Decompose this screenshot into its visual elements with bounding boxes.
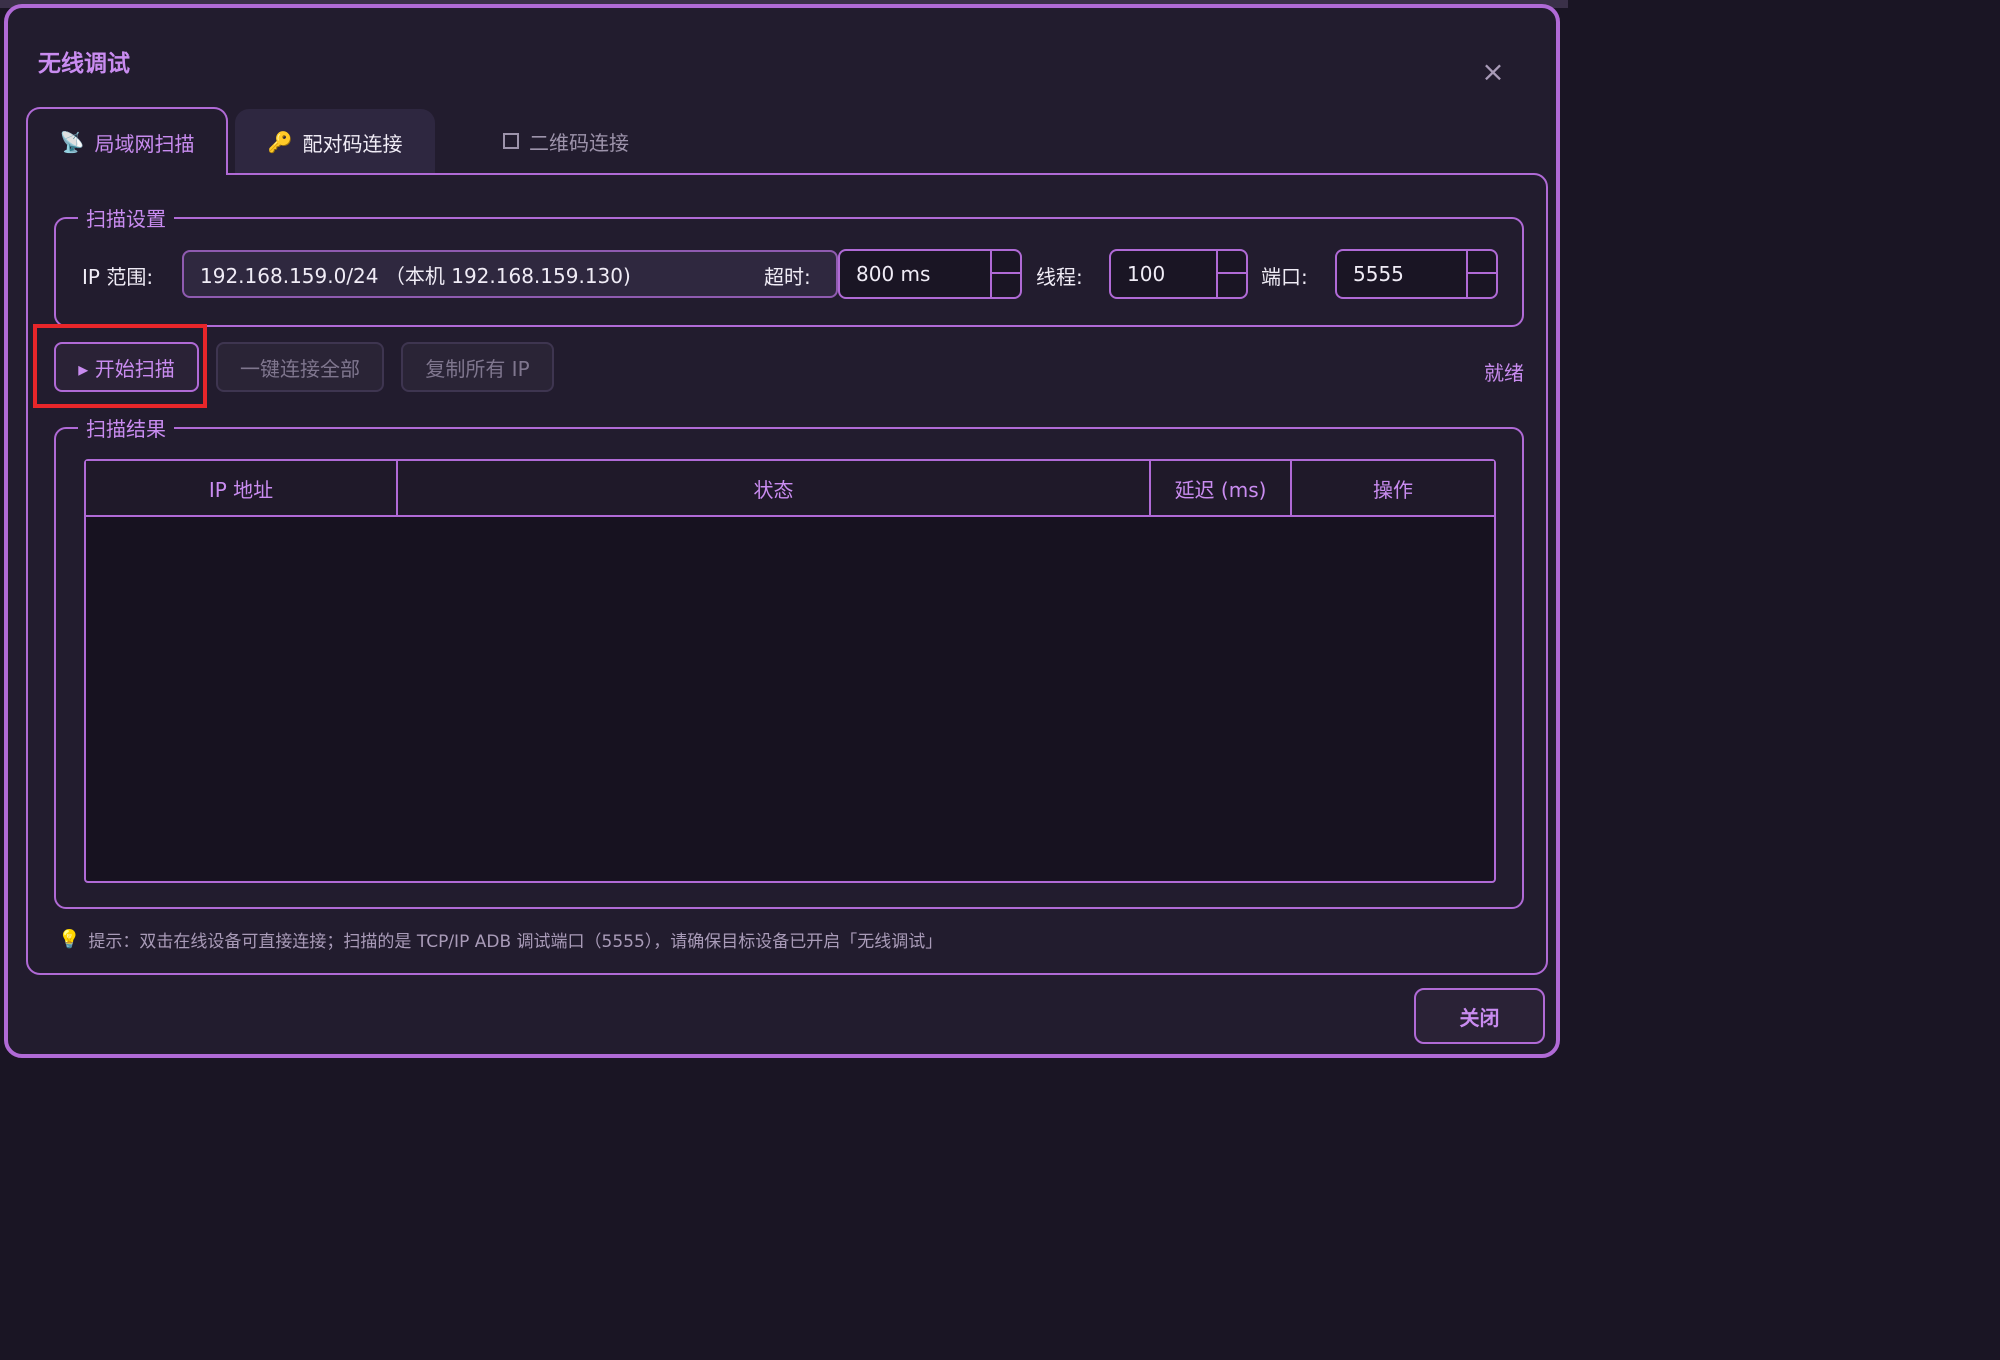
threads-decrement-button[interactable] [1218, 274, 1246, 297]
timeout-spinbox[interactable]: 800 ms [838, 249, 1022, 299]
scan-results-group: 扫描结果 IP 地址 状态 延迟 (ms) 操作 [54, 413, 1524, 909]
tab-panel-lan-scan: 扫描设置 IP 范围: 192.168.159.0/24 （本机 192.168… [26, 173, 1548, 975]
key-icon: 🔑 [267, 130, 293, 154]
threads-label: 线程: [1036, 265, 1083, 289]
tab-label: 二维码连接 [529, 130, 629, 155]
table-body [86, 517, 1494, 881]
port-label: 端口: [1261, 265, 1308, 289]
column-header-ip[interactable]: IP 地址 [86, 461, 398, 515]
port-spinbox[interactable]: 5555 [1335, 249, 1498, 299]
tab-bar: 📡 局域网扫描 🔑 配对码连接 二维码连接 [26, 107, 726, 175]
close-button[interactable]: 关闭 [1414, 988, 1545, 1044]
scan-settings-group: 扫描设置 IP 范围: 192.168.159.0/24 （本机 192.168… [54, 203, 1524, 327]
table-header: IP 地址 状态 延迟 (ms) 操作 [86, 461, 1494, 517]
scan-results-legend: 扫描结果 [78, 413, 174, 442]
timeout-decrement-button[interactable] [992, 274, 1020, 297]
ip-range-value: 192.168.159.0/24 （本机 192.168.159.130) [200, 263, 631, 288]
tab-qr-code[interactable]: 二维码连接 [466, 107, 666, 175]
timeout-label: 超时: [764, 265, 811, 289]
satellite-dish-icon: 📡 [59, 130, 85, 154]
connect-all-button[interactable]: 一键连接全部 [216, 342, 384, 392]
tab-label: 局域网扫描 [94, 131, 195, 156]
ip-range-field[interactable]: 192.168.159.0/24 （本机 192.168.159.130) [182, 250, 838, 298]
column-header-action[interactable]: 操作 [1292, 461, 1494, 515]
hint-bar: 💡 提示：双击在线设备可直接连接；扫描的是 TCP/IP ADB 调试端口（55… [58, 927, 942, 952]
wireless-debug-dialog: 无线调试 × 📡 局域网扫描 🔑 配对码连接 二维码连接 扫描设置 IP 范围:… [4, 4, 1560, 1058]
port-decrement-button[interactable] [1468, 274, 1496, 297]
hint-text: 提示：双击在线设备可直接连接；扫描的是 TCP/IP ADB 调试端口（5555… [88, 932, 943, 952]
results-table: IP 地址 状态 延迟 (ms) 操作 [84, 459, 1496, 883]
threads-spinbox[interactable]: 100 [1109, 249, 1248, 299]
copy-all-ip-button[interactable]: 复制所有 IP [401, 342, 554, 392]
scan-status-label: 就绪 [1484, 361, 1524, 385]
dialog-title: 无线调试 [38, 51, 130, 77]
tab-lan-scan[interactable]: 📡 局域网扫描 [26, 107, 228, 175]
column-header-status[interactable]: 状态 [398, 461, 1151, 515]
threads-increment-button[interactable] [1218, 251, 1246, 274]
column-header-latency[interactable]: 延迟 (ms) [1151, 461, 1292, 515]
port-increment-button[interactable] [1468, 251, 1496, 274]
start-scan-button[interactable]: ▸ 开始扫描 [54, 342, 199, 392]
port-value: 5555 [1353, 262, 1404, 286]
timeout-stepper [990, 251, 1020, 297]
threads-stepper [1216, 251, 1246, 297]
timeout-value: 800 ms [856, 262, 931, 286]
threads-value: 100 [1127, 262, 1166, 286]
checkbox-icon [503, 133, 519, 149]
port-stepper [1466, 251, 1496, 297]
lightbulb-icon: 💡 [58, 929, 81, 950]
tab-label: 配对码连接 [302, 131, 403, 156]
scan-settings-legend: 扫描设置 [78, 203, 174, 232]
close-icon[interactable]: × [1479, 58, 1507, 86]
ip-range-label: IP 范围: [82, 265, 154, 289]
tab-pairing-code[interactable]: 🔑 配对码连接 [235, 109, 435, 175]
timeout-increment-button[interactable] [992, 251, 1020, 274]
